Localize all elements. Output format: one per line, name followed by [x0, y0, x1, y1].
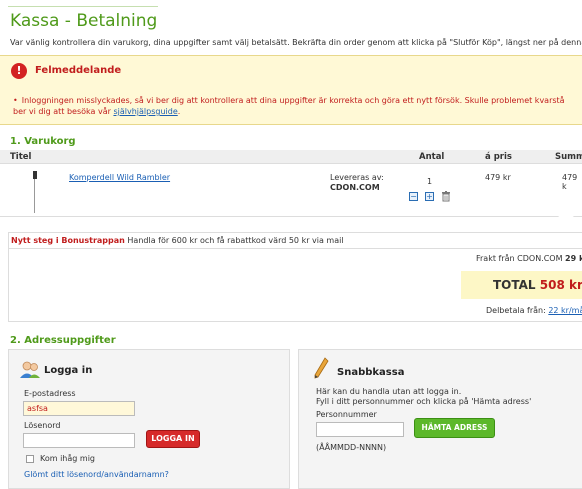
- bonus-highlight: Nytt steg i Bonustrappan: [11, 236, 125, 245]
- login-title: Logga in: [44, 365, 93, 376]
- error-text: Inloggningen misslyckades, så vi ber dig…: [13, 96, 565, 116]
- error-box: ! Felmeddelande • Inloggningen misslyckad…: [0, 55, 582, 125]
- total-value: 508 kr: [539, 278, 582, 292]
- quick-title: Snabbkassa: [337, 367, 405, 378]
- pnr-hint: (ÅÅMMDD-NNNN): [316, 443, 387, 452]
- cart-section-title: 1. Varukorg: [10, 136, 76, 147]
- login-button[interactable]: LOGGA IN: [146, 430, 200, 448]
- error-text-end: .: [177, 107, 181, 116]
- shipping-label: Frakt från CDON.COM: [476, 254, 566, 263]
- shipping-line: Frakt från CDON.COM 29 kr: [476, 254, 582, 263]
- header-price: á pris: [485, 152, 512, 162]
- quick-desc-1: Här kan du handla utan att logga in.: [316, 387, 462, 396]
- remember-label: Kom ihåg mig: [40, 454, 95, 463]
- delivery-value: CDON.COM: [330, 183, 380, 192]
- qty-minus-button[interactable]: −: [409, 192, 418, 201]
- total-line: TOTAL 508 kr: [493, 278, 582, 292]
- bonus-text: Handla för 600 kr och få rabattkod värd …: [124, 236, 344, 245]
- login-users-icon: [20, 361, 40, 378]
- password-field[interactable]: [23, 433, 135, 448]
- product-image[interactable]: [33, 171, 37, 213]
- installment-link[interactable]: 22 kr/mån: [548, 306, 582, 315]
- qty-value: 1: [427, 177, 433, 186]
- fetch-address-button[interactable]: HÄMTA ADRESS: [414, 418, 495, 438]
- error-bullet: •: [13, 96, 18, 105]
- remember-checkbox[interactable]: [26, 455, 34, 463]
- quick-checkout-panel: Snabbkassa Här kan du handla utan att lo…: [298, 349, 582, 489]
- pnr-label: Personnummer: [316, 410, 377, 419]
- header-sum: Summ: [555, 152, 582, 162]
- item-price: 479 kr: [485, 173, 511, 182]
- shipping-value: 29 kr: [565, 254, 582, 263]
- installment-line: Delbetala från: 22 kr/mån: [486, 306, 582, 315]
- password-label: Lösenord: [24, 421, 61, 430]
- page-title: Kassa - Betalning: [10, 11, 158, 31]
- forgot-password-link[interactable]: Glömt ditt lösenord/användarnamn?: [24, 470, 169, 479]
- email-label: E-postadress: [24, 389, 76, 398]
- total-box: TOTAL 508 kr: [461, 271, 582, 299]
- email-field[interactable]: asfsa: [23, 401, 135, 416]
- error-title: Felmeddelande: [35, 65, 122, 76]
- pen-icon: [314, 357, 329, 379]
- cart-notch: [558, 216, 574, 222]
- self-help-link[interactable]: självhjälpsguide: [113, 107, 177, 116]
- bonus-banner: Nytt steg i Bonustrappan Handla för 600 …: [9, 233, 582, 249]
- cart-header: Titel Antal á pris Summ: [0, 150, 582, 164]
- installment-label: Delbetala från:: [486, 306, 549, 315]
- total-label: TOTAL: [493, 278, 540, 292]
- page-intro: Var vänlig kontrollera din varukorg, din…: [10, 38, 582, 47]
- summary-box: Nytt steg i Bonustrappan Handla för 600 …: [8, 232, 582, 322]
- delivery-label: Levereras av:: [330, 173, 384, 182]
- header-title: Titel: [10, 152, 32, 162]
- qty-plus-button[interactable]: +: [425, 192, 434, 201]
- top-divider: [8, 6, 158, 7]
- login-panel: Logga in E-postadress asfsa Lösenord LOG…: [8, 349, 290, 489]
- cart-row: Komperdell Wild Rambler Levereras av: CD…: [0, 165, 582, 217]
- address-section-title: 2. Adressuppgifter: [10, 335, 116, 346]
- quick-desc-2: Fyll i ditt personnummer och klicka på '…: [316, 397, 532, 406]
- item-sum: 479 k: [562, 173, 578, 191]
- header-qty: Antal: [419, 152, 445, 162]
- personnummer-field[interactable]: [316, 422, 404, 437]
- error-icon: !: [11, 63, 27, 79]
- product-link[interactable]: Komperdell Wild Rambler: [69, 173, 170, 182]
- error-message: • Inloggningen misslyckades, så vi ber di…: [13, 95, 573, 117]
- trash-icon[interactable]: [441, 191, 451, 202]
